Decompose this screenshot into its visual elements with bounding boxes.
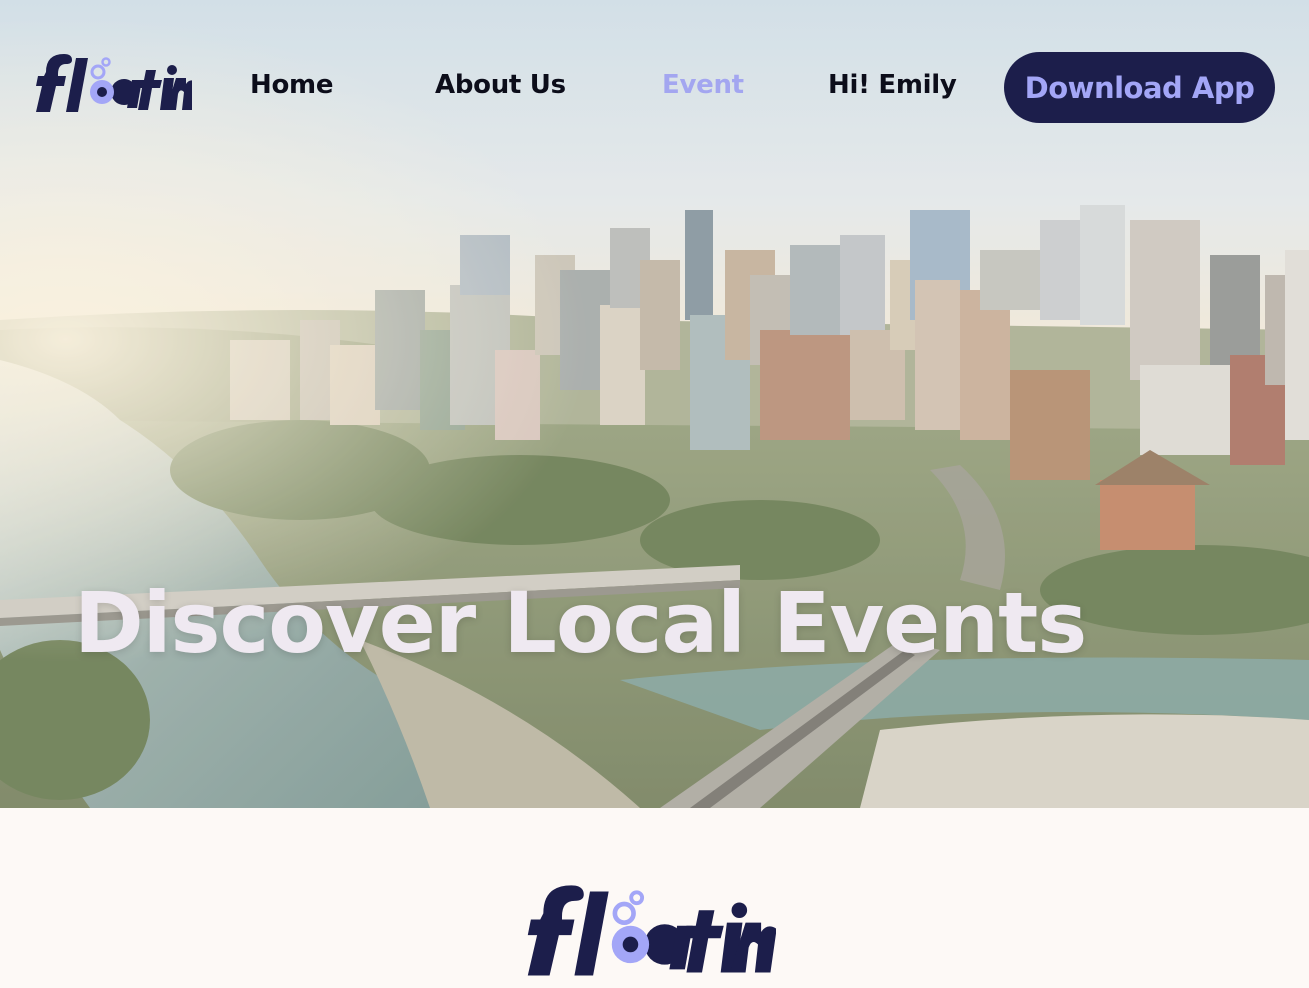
hero-title: Discover Local Events (74, 574, 1087, 672)
nav-home[interactable]: Home (250, 70, 333, 100)
download-app-button[interactable]: Download App (1004, 52, 1275, 123)
floatin-logo-footer (527, 885, 776, 976)
nav-user-greeting[interactable]: Hi! Emily (828, 70, 957, 100)
floatin-logo[interactable] (32, 48, 192, 120)
hero-section: Home About Us Event Hi! Emily Download A… (0, 0, 1309, 808)
nav-event[interactable]: Event (662, 70, 744, 100)
nav-about-us[interactable]: About Us (435, 70, 566, 100)
